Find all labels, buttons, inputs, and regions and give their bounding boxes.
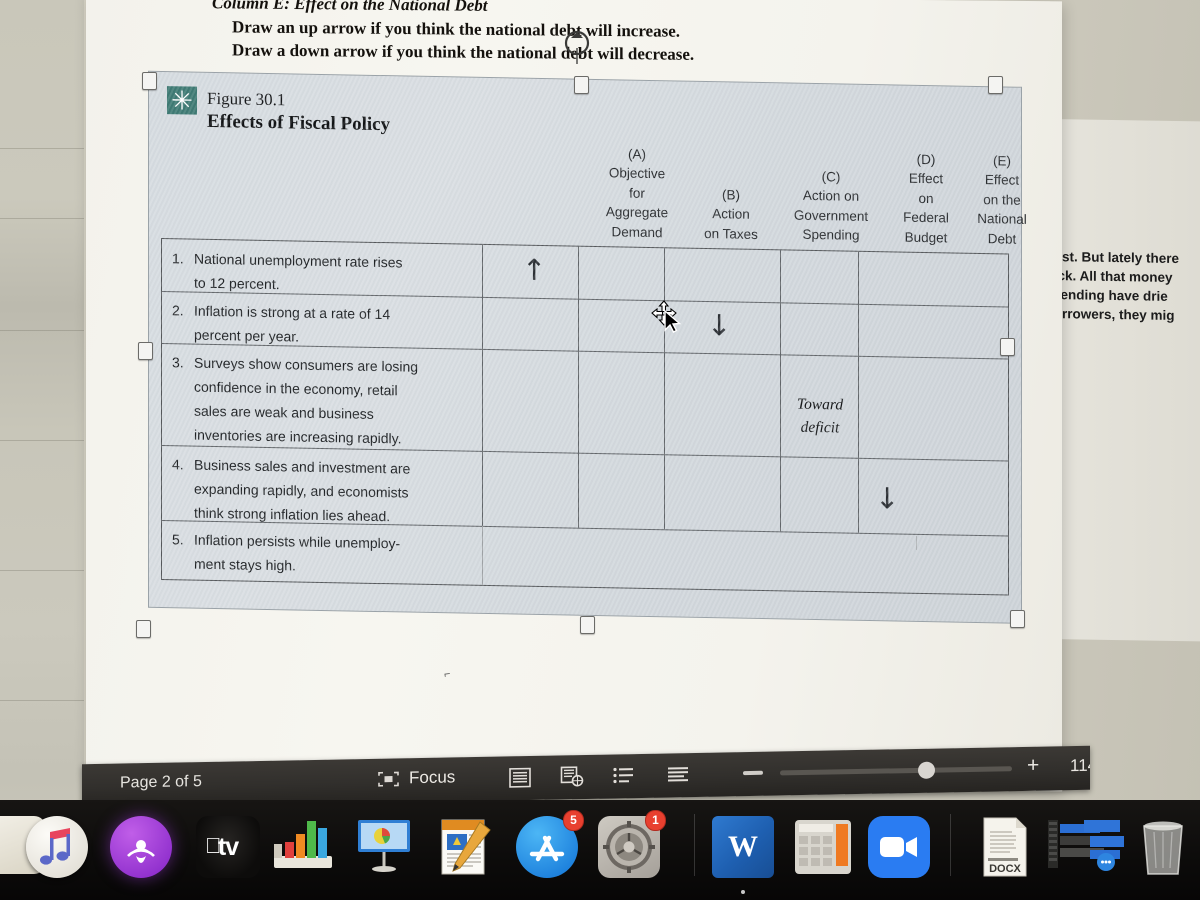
- row-1-line-2: to 12 percent.: [194, 274, 280, 293]
- figure-title: Effects of Fiscal Policy: [207, 110, 391, 136]
- rotate-handle-icon[interactable]: [560, 30, 594, 64]
- column-header-E: (E) Effect on the National Debt: [977, 153, 1027, 247]
- row-number-4: 4.: [172, 456, 184, 473]
- row-2-answer-C-down-arrow[interactable]: ↓: [707, 308, 731, 342]
- resize-handle-bottom-center[interactable]: [580, 616, 595, 634]
- instructions-heading: Column E: Effect on the National Debt: [212, 0, 488, 15]
- podcast-icon: [127, 840, 155, 863]
- row-3-answer-D-note[interactable]: Toward deficit: [782, 392, 858, 439]
- word-logo-label: W: [728, 830, 758, 863]
- row-number-3: 3.: [172, 354, 184, 371]
- row-4-line-3: think strong inflation lies ahead.: [194, 504, 391, 525]
- instructions-line-1: Draw an up arrow if you think the nation…: [232, 17, 681, 41]
- web-layout-icon[interactable]: [560, 766, 584, 787]
- outline-icon[interactable]: [612, 765, 636, 786]
- video-camera-icon: [880, 837, 917, 857]
- dock-item-downloads-stack[interactable]: [1046, 816, 1132, 883]
- dock-item-system-preferences[interactable]: 1: [598, 810, 666, 878]
- column-header-B: (B) Action on Taxes: [704, 187, 758, 242]
- word-document-page[interactable]: Column E: Effect on the National Debt Dr…: [86, 0, 1062, 792]
- row-number-5: 5.: [172, 531, 184, 548]
- row-3-line-4: inventories are increasing rapidly.: [194, 426, 402, 447]
- fiscal-policy-table[interactable]: 1. National unemployment rate rises to 1…: [161, 238, 1009, 596]
- move-cursor-icon: [651, 300, 682, 333]
- dock-item-app-store[interactable]: 5: [516, 810, 584, 878]
- apple-logo-icon: : [205, 833, 222, 859]
- resize-handle-top-left[interactable]: [142, 72, 157, 90]
- macos-dock[interactable]: tv : [0, 800, 1200, 900]
- zoom-out-button[interactable]: [743, 770, 763, 776]
- resize-handle-middle-left[interactable]: [138, 342, 153, 360]
- docx-label: DOCX: [989, 863, 1021, 875]
- column-header-C: (C) Action on Government Spending: [793, 169, 869, 244]
- keynote-presentation-icon: [358, 820, 410, 872]
- dock-item-podcasts-app[interactable]: [110, 816, 172, 878]
- numbers-chart-icon: [274, 821, 332, 868]
- column-header-D: (D) Effect on Federal Budget: [903, 151, 949, 246]
- row-4-answer-E-down-arrow[interactable]: ↓: [875, 481, 899, 515]
- instructions-line-2: Draw a down arrow if you think the natio…: [232, 40, 695, 64]
- focus-label: Focus: [409, 767, 456, 788]
- dock-item-apple-tv-app[interactable]: tv : [196, 816, 260, 878]
- dock-item-calculator-app[interactable]: [792, 816, 854, 883]
- figure-number: Figure 30.1: [207, 88, 286, 110]
- row-5-line-2: ment stays high.: [194, 555, 296, 574]
- draft-icon[interactable]: [666, 764, 690, 785]
- docx-document-icon: DOCX: [983, 817, 1027, 877]
- app-store-badge: 5: [563, 810, 584, 831]
- zoom-slider-track[interactable]: [780, 766, 1012, 776]
- music-note-icon: [40, 828, 70, 865]
- row-2-line-2: percent per year.: [194, 326, 300, 345]
- dock-item-trash[interactable]: [1136, 816, 1190, 883]
- calculator-icon: [795, 820, 851, 874]
- resize-handle-top-right[interactable]: [988, 76, 1003, 94]
- stray-mark: ⌐: [443, 668, 452, 681]
- resize-handle-bottom-right[interactable]: [1010, 610, 1025, 628]
- pages-document-icon: [441, 819, 491, 875]
- dock-item-keynote-app[interactable]: [352, 816, 416, 883]
- dock-item-pages-app[interactable]: [434, 816, 496, 883]
- resize-handle-top-center[interactable]: [574, 76, 589, 94]
- downloads-stack-icon: [1048, 820, 1124, 871]
- dock-item-zoom-app[interactable]: [868, 816, 930, 878]
- resize-handle-bottom-left[interactable]: [136, 620, 151, 638]
- focus-brackets-icon: [378, 771, 399, 787]
- system-preferences-badge: 1: [645, 810, 666, 831]
- focus-button[interactable]: Focus: [377, 767, 455, 788]
- dock-item-docx-file[interactable]: DOCX: [972, 816, 1034, 883]
- print-layout-icon[interactable]: [508, 767, 532, 788]
- zoom-level-label[interactable]: 114%: [1070, 755, 1090, 776]
- page-indicator[interactable]: Page 2 of 5: [120, 773, 202, 793]
- row-number-1: 1.: [172, 250, 184, 267]
- row-number-2: 2.: [172, 302, 184, 319]
- zoom-slider-thumb[interactable]: [918, 761, 935, 779]
- zoom-in-button[interactable]: +: [1027, 754, 1039, 777]
- column-header-A: (A) Objective for Aggregate Demand: [605, 146, 669, 240]
- starburst-icon: ✳: [167, 85, 197, 116]
- trash-icon: [1143, 821, 1183, 875]
- dock-item-numbers-app[interactable]: [270, 816, 336, 883]
- row-1-answer-A-up-arrow[interactable]: ↑: [522, 253, 546, 287]
- figure-image-selected[interactable]: ✳ Figure 30.1 Effects of Fiscal Policy (…: [148, 70, 1027, 624]
- resize-handle-middle-right[interactable]: [1000, 338, 1015, 356]
- dock-item-music-app[interactable]: [26, 816, 88, 878]
- dock-item-microsoft-word[interactable]: W: [712, 816, 774, 894]
